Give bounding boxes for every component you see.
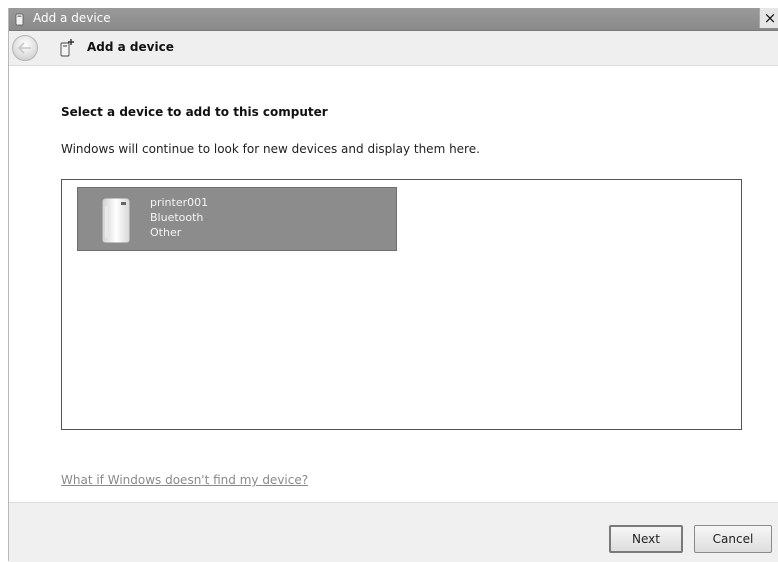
help-link[interactable]: What if Windows doesn't find my device? — [61, 473, 308, 487]
next-button[interactable]: Next — [609, 525, 683, 553]
device-category: Other — [150, 226, 182, 239]
page-title: Add a device — [87, 40, 174, 54]
instruction-text: Windows will continue to look for new de… — [61, 142, 480, 156]
close-button[interactable]: × — [759, 8, 778, 28]
cancel-button[interactable]: Cancel — [694, 525, 772, 553]
back-button[interactable] — [12, 35, 38, 61]
close-icon: × — [763, 9, 777, 27]
device-add-icon — [60, 39, 74, 57]
back-arrow-icon — [18, 42, 31, 54]
title-bar[interactable]: Add a device × — [9, 8, 778, 31]
device-icon — [101, 197, 131, 244]
device-connection: Bluetooth — [150, 211, 204, 224]
device-tile-printer001[interactable]: printer001 Bluetooth Other — [77, 187, 397, 251]
add-device-dialog: Add a device × Add a device Select a dev… — [8, 8, 778, 562]
button-bar: Next Cancel — [9, 502, 778, 562]
device-add-icon — [15, 13, 24, 26]
device-name: printer001 — [150, 196, 209, 209]
window-title: Add a device — [33, 11, 111, 25]
device-list[interactable]: printer001 Bluetooth Other — [61, 179, 742, 430]
navigation-bar: Add a device — [9, 31, 778, 65]
content-area: Select a device to add to this computer … — [9, 65, 778, 503]
device-info: printer001 Bluetooth Other — [150, 195, 208, 240]
section-heading: Select a device to add to this computer — [61, 105, 328, 119]
